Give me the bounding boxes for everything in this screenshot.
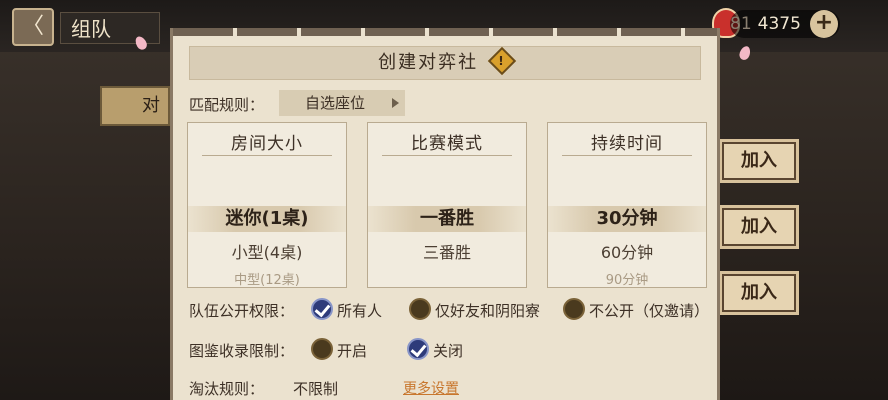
picker-selected-option[interactable]: 迷你(1桌): [188, 206, 346, 232]
divider: [562, 155, 692, 156]
info-warning-icon[interactable]: !: [487, 46, 517, 76]
elimination-rule-value: 不限制: [293, 380, 339, 398]
picker-selected-option[interactable]: 30分钟: [548, 206, 706, 232]
side-panel-label: 对: [100, 86, 170, 126]
visibility-option-all-checkbox[interactable]: [311, 298, 333, 320]
collection-option-on-checkbox[interactable]: [311, 338, 333, 360]
visibility-option-friends-label[interactable]: 仅好友和阴阳寮: [435, 300, 540, 321]
match-mode-picker[interactable]: 比赛模式 一番胜 三番胜: [367, 122, 527, 288]
visibility-option-private-checkbox[interactable]: [563, 298, 585, 320]
match-rule-select[interactable]: 自选座位: [279, 90, 405, 116]
collection-option-on-label[interactable]: 开启: [337, 340, 367, 361]
elimination-rule-label: 淘汰规则：: [189, 380, 265, 398]
visibility-option-friends-checkbox[interactable]: [409, 298, 431, 320]
picker-option[interactable]: 60分钟: [548, 239, 706, 263]
collection-option-off-checkbox[interactable]: [407, 338, 429, 360]
picker-option[interactable]: 小型(4桌): [188, 239, 346, 263]
picker-title: 比赛模式: [411, 134, 483, 154]
picker-title: 房间大小: [231, 134, 303, 154]
duration-picker[interactable]: 持续时间 30分钟 60分钟 90分钟: [547, 122, 707, 288]
picker-option-faded[interactable]: 90分钟: [548, 269, 706, 287]
visibility-option-private-label[interactable]: 不公开（仅邀请）: [589, 300, 709, 321]
join-button-2[interactable]: 加入: [722, 208, 796, 246]
dialog-top-border: [173, 28, 717, 36]
room-size-picker[interactable]: 房间大小 迷你(1桌) 小型(4桌) 中型(12桌): [187, 122, 347, 288]
join-button-3[interactable]: 加入: [722, 274, 796, 312]
match-rule-value: 自选座位: [305, 94, 366, 112]
picker-option[interactable]: 三番胜: [368, 239, 526, 263]
dialog-header: 创建对弈社 !: [189, 46, 701, 80]
currency-amount-value: 4375: [757, 14, 801, 34]
back-button[interactable]: 〈: [12, 8, 54, 46]
visibility-label: 队伍公开权限：: [189, 302, 295, 320]
add-currency-button[interactable]: +: [810, 10, 838, 38]
visibility-option-all-label[interactable]: 所有人: [337, 300, 382, 321]
dialog-title: 创建对弈社: [378, 52, 479, 73]
create-club-dialog: 创建对弈社 ! 匹配规则： 自选座位 房间大小 迷你(1桌) 小型(4桌) 中型…: [170, 28, 720, 400]
match-rule-label: 匹配规则：: [189, 96, 265, 114]
currency-amount-prefix: 81: [730, 14, 752, 34]
divider: [202, 155, 332, 156]
info-warning-glyph: !: [498, 54, 506, 68]
collection-option-off-label[interactable]: 关闭: [433, 340, 463, 361]
picker-option-faded[interactable]: 中型(12桌): [188, 269, 346, 287]
picker-selected-option[interactable]: 一番胜: [368, 206, 526, 232]
triangle-right-icon: [392, 98, 399, 108]
join-button-1[interactable]: 加入: [722, 142, 796, 180]
picker-title: 持续时间: [591, 134, 663, 154]
background-left: [0, 0, 170, 400]
divider: [382, 155, 512, 156]
more-settings-link[interactable]: 更多设置: [403, 378, 459, 398]
collection-limit-label: 图鉴收录限制：: [189, 342, 295, 360]
